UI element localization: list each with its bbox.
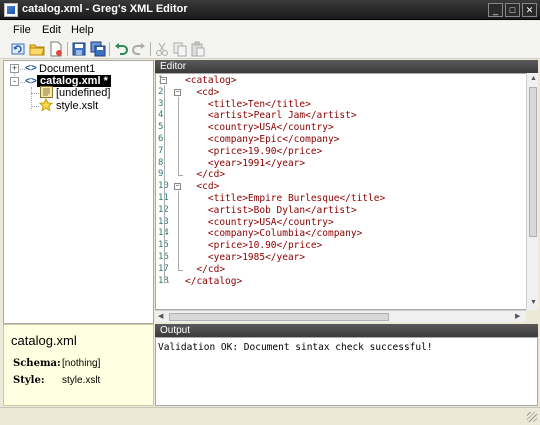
maximize-button[interactable]: □ bbox=[505, 3, 520, 17]
style-value: style.xslt bbox=[62, 375, 101, 386]
fold-guide bbox=[178, 269, 183, 271]
style-label: Style: bbox=[13, 375, 45, 386]
line-number: 6 bbox=[158, 134, 164, 144]
line-number: 4 bbox=[158, 110, 164, 121]
info-title: catalog.xml bbox=[11, 333, 77, 348]
save-all-icon[interactable] bbox=[90, 41, 106, 57]
fold-toggle[interactable]: − bbox=[174, 183, 181, 191]
fold-guide bbox=[164, 281, 169, 283]
redo-icon[interactable] bbox=[131, 41, 147, 57]
close-button[interactable]: ✕ bbox=[522, 3, 537, 17]
fold-toggle[interactable]: − bbox=[174, 88, 181, 96]
code-line[interactable]: <price>10.90</price> bbox=[185, 240, 322, 251]
refresh-icon[interactable] bbox=[10, 41, 26, 57]
code-line[interactable]: <artist>Bob Dylan</artist> bbox=[185, 205, 357, 216]
line-number: 8 bbox=[158, 157, 164, 168]
star-icon bbox=[38, 97, 54, 112]
cut-icon[interactable] bbox=[154, 41, 170, 57]
editor-header: Editor bbox=[155, 60, 538, 73]
open-folder-icon[interactable] bbox=[29, 41, 45, 57]
minimize-button[interactable]: _ bbox=[488, 3, 503, 17]
code-line[interactable]: <year>1985</year> bbox=[185, 252, 305, 263]
scroll-down-icon[interactable]: ▼ bbox=[530, 299, 537, 306]
tree-item-schema[interactable]: [undefined] bbox=[56, 87, 110, 99]
undo-icon[interactable] bbox=[113, 41, 129, 57]
fold-guide bbox=[178, 175, 183, 177]
output-message: Validation OK: Document sintax check suc… bbox=[158, 342, 433, 353]
tree-connector bbox=[31, 93, 39, 94]
copy-icon[interactable] bbox=[172, 41, 188, 57]
tree-item-document1[interactable]: Document1 bbox=[39, 63, 95, 75]
paste-icon[interactable] bbox=[190, 41, 206, 57]
scroll-up-icon[interactable]: ▲ bbox=[530, 75, 537, 82]
toolbar-separator bbox=[109, 42, 110, 56]
toolbar-separator bbox=[67, 42, 68, 56]
code-line[interactable]: <cd> bbox=[185, 87, 219, 98]
app-icon bbox=[4, 3, 18, 17]
schema-value: [nothing] bbox=[62, 358, 101, 369]
xml-tag-icon: <> bbox=[25, 76, 37, 87]
code-line[interactable]: <company>Columbia</company> bbox=[185, 228, 362, 239]
toolbar bbox=[0, 39, 540, 59]
resize-grip-icon[interactable] bbox=[527, 412, 537, 422]
vertical-scrollbar[interactable]: ▲ ▼ bbox=[526, 73, 538, 310]
code-line[interactable]: <artist>Pearl Jam</artist> bbox=[185, 110, 357, 121]
expander-document1[interactable]: + bbox=[10, 64, 19, 73]
line-number: 3 bbox=[158, 98, 164, 109]
code-line[interactable]: <cd> bbox=[185, 181, 219, 192]
save-icon[interactable] bbox=[71, 41, 87, 57]
document-tree[interactable]: + <> Document1 - <> catalog.xml * [undef… bbox=[3, 60, 154, 324]
toolbar-separator bbox=[150, 42, 151, 56]
title-bar[interactable]: catalog.xml - Greg's XML Editor _ □ ✕ bbox=[0, 0, 540, 20]
output-panel[interactable]: Validation OK: Document sintax check suc… bbox=[155, 337, 538, 406]
schema-document-icon bbox=[40, 86, 53, 98]
fold-guide bbox=[178, 96, 179, 176]
fold-guide bbox=[164, 85, 165, 282]
menu-file[interactable]: File bbox=[13, 24, 31, 36]
code-line[interactable]: <company>Epic</company> bbox=[185, 134, 340, 145]
line-number: 2 bbox=[158, 86, 164, 97]
code-line[interactable]: </cd> bbox=[185, 264, 225, 275]
code-line[interactable]: <country>USA</country> bbox=[185, 122, 334, 133]
line-number: 7 bbox=[158, 145, 164, 156]
code-editor[interactable]: 123456789101112131415161718 <catalog> <c… bbox=[155, 73, 538, 310]
window-title: catalog.xml - Greg's XML Editor bbox=[22, 3, 188, 15]
status-bar bbox=[0, 407, 540, 425]
code-line[interactable]: </cd> bbox=[185, 169, 225, 180]
horizontal-scroll-thumb[interactable] bbox=[169, 313, 389, 321]
fold-guide bbox=[178, 191, 179, 270]
schema-label: Schema: bbox=[13, 358, 61, 369]
fold-toggle[interactable]: − bbox=[160, 77, 167, 84]
code-line[interactable]: <title>Ten</title> bbox=[185, 99, 311, 110]
horizontal-scrollbar[interactable]: ◀ ▶ bbox=[155, 310, 526, 322]
code-line[interactable]: <title>Empire Burlesque</title> bbox=[185, 193, 385, 204]
code-line[interactable]: <country>USA</country> bbox=[185, 217, 334, 228]
menu-edit[interactable]: Edit bbox=[42, 24, 61, 36]
xml-tag-icon: <> bbox=[25, 63, 37, 74]
code-line[interactable]: <year>1991</year> bbox=[185, 158, 305, 169]
vertical-scroll-thumb[interactable] bbox=[529, 87, 537, 237]
menu-bar: File Edit Help bbox=[0, 21, 540, 39]
code-line[interactable]: <catalog> bbox=[185, 75, 236, 86]
line-number: 9 bbox=[158, 169, 164, 180]
scroll-left-icon[interactable]: ◀ bbox=[158, 312, 163, 320]
expander-catalog[interactable]: - bbox=[10, 77, 19, 86]
tree-item-style[interactable]: style.xslt bbox=[56, 100, 98, 112]
code-line[interactable]: </catalog> bbox=[185, 276, 242, 287]
output-header: Output bbox=[155, 324, 538, 337]
new-document-icon[interactable] bbox=[48, 41, 64, 57]
code-line[interactable]: <price>19.90</price> bbox=[185, 146, 322, 157]
scroll-right-icon[interactable]: ▶ bbox=[515, 312, 520, 320]
properties-panel: catalog.xml Schema: [nothing] Style: sty… bbox=[3, 324, 154, 406]
line-number: 5 bbox=[158, 122, 164, 133]
tree-connector bbox=[31, 106, 39, 107]
menu-help[interactable]: Help bbox=[71, 24, 94, 36]
